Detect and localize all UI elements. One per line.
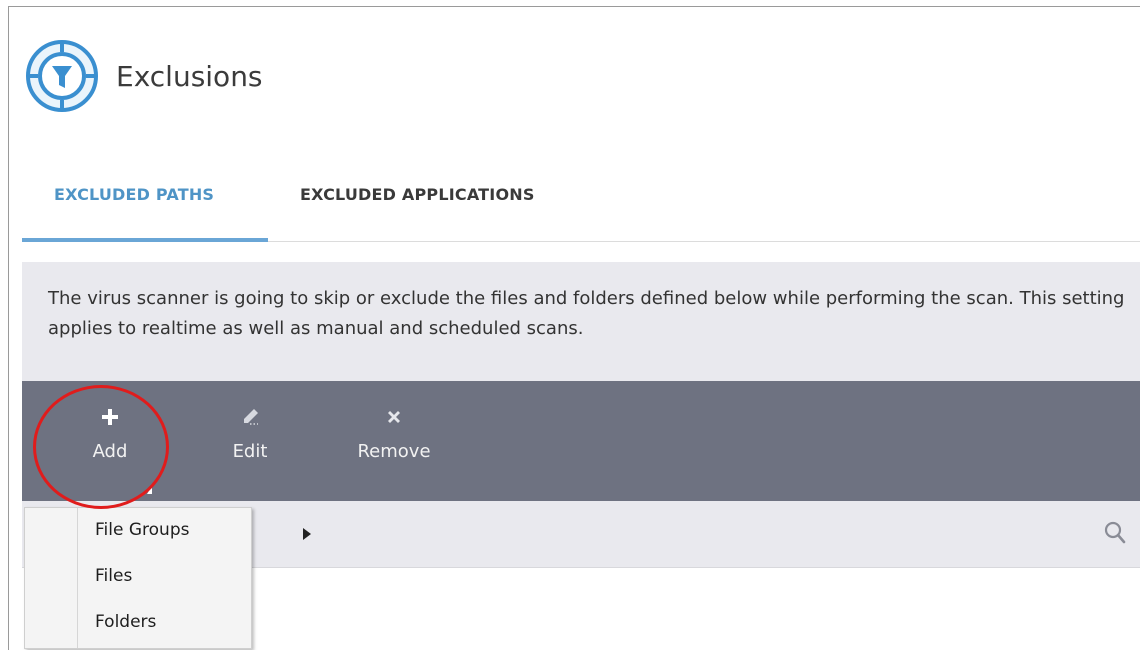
add-highlight-circle [33, 385, 169, 509]
page-title: Exclusions [116, 59, 263, 93]
exclusions-filter-icon [26, 40, 98, 112]
add-context-menu: File Groups Files Folders [24, 507, 311, 649]
search-icon[interactable] [1104, 521, 1126, 545]
tab-excluded-applications[interactable]: EXCLUDED APPLICATIONS [300, 172, 535, 218]
close-icon [344, 403, 444, 431]
menu-item-folders[interactable]: Folders [95, 604, 245, 640]
page-header: Exclusions [22, 36, 263, 116]
description-text: The virus scanner is going to skip or ex… [48, 288, 1125, 339]
pencil-icon [200, 403, 300, 431]
submenu-arrow-icon [303, 528, 311, 540]
tab-excluded-paths[interactable]: EXCLUDED PATHS [54, 172, 214, 218]
active-tab-indicator [22, 238, 268, 242]
toolbar: Add Edit Remove [22, 381, 1140, 501]
remove-button-label: Remove [357, 441, 431, 462]
menu-item-file-groups[interactable]: File Groups [95, 512, 311, 548]
edit-button[interactable]: Edit [200, 381, 300, 501]
menu-gutter [77, 508, 78, 648]
tab-bar: EXCLUDED PATHS EXCLUDED APPLICATIONS [22, 172, 1140, 244]
menu-item-file-groups-label: File Groups [95, 520, 190, 540]
edit-button-label: Edit [232, 441, 268, 462]
frame-border-top [8, 6, 1140, 7]
remove-button[interactable]: Remove [344, 381, 444, 501]
menu-item-files[interactable]: Files [95, 558, 245, 594]
frame-border-left [8, 6, 9, 650]
description-panel: The virus scanner is going to skip or ex… [22, 262, 1140, 382]
